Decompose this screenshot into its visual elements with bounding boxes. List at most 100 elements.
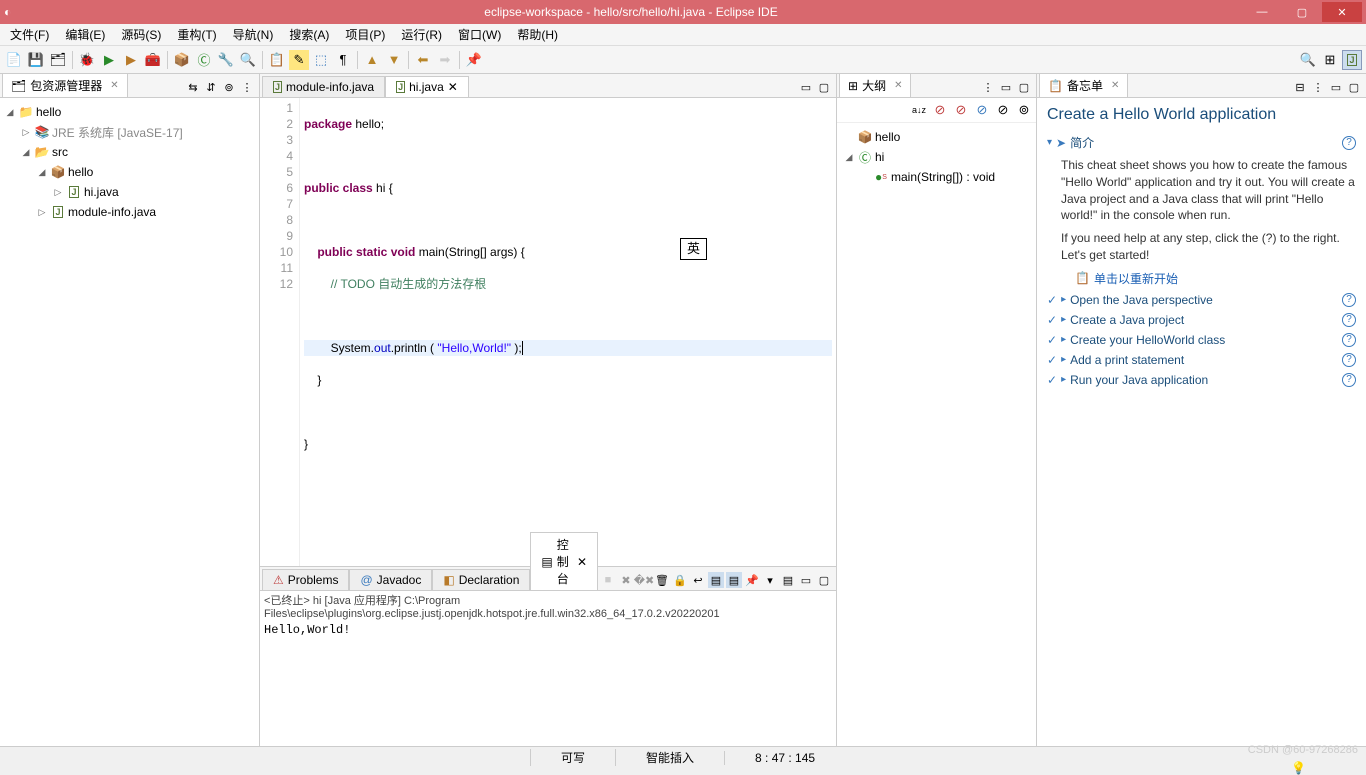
- pin-editor-button[interactable]: 📌: [464, 50, 484, 70]
- run-dropdown[interactable]: ▶: [99, 50, 119, 70]
- close-button[interactable]: ✕: [1322, 2, 1362, 22]
- close-icon[interactable]: ✕: [1111, 80, 1119, 91]
- pin-console-button[interactable]: 📌: [744, 572, 760, 588]
- link-editor-button[interactable]: ⇵: [203, 79, 219, 95]
- new-button[interactable]: 📄: [4, 50, 24, 70]
- outline-package[interactable]: 📦 hello: [837, 127, 1036, 147]
- coverage-button[interactable]: ▶: [121, 50, 141, 70]
- hide-static-button[interactable]: ⊘: [951, 100, 971, 120]
- view-menu-button[interactable]: ⋮: [980, 79, 996, 95]
- menu-window[interactable]: 窗口(W): [452, 24, 507, 45]
- help-icon[interactable]: ?: [1342, 136, 1356, 150]
- tab-problems[interactable]: ⚠Problems: [262, 569, 349, 590]
- java-perspective-button[interactable]: J: [1342, 50, 1362, 70]
- expand-icon[interactable]: ▷: [36, 207, 48, 218]
- outline-tree[interactable]: 📦 hello ◢ Ⓒ hi ●S main(String[]) : void: [837, 123, 1036, 746]
- forward-button[interactable]: ➡: [435, 50, 455, 70]
- minimize-view-button[interactable]: ▭: [798, 79, 814, 95]
- save-button[interactable]: 💾: [26, 50, 46, 70]
- tree-jre[interactable]: ▷ 📚 JRE 系统库 [JavaSE-17]: [0, 122, 259, 142]
- back-button[interactable]: ⬅: [413, 50, 433, 70]
- close-icon[interactable]: ✕: [448, 80, 458, 94]
- expand-icon[interactable]: ▷: [20, 127, 32, 138]
- expand-icon[interactable]: ◢: [36, 167, 48, 178]
- scroll-lock-button[interactable]: 🔒: [672, 572, 688, 588]
- menu-file[interactable]: 文件(F): [4, 24, 55, 45]
- new-class-button[interactable]: Ⓒ: [194, 50, 214, 70]
- annotation-next-button[interactable]: ▼: [384, 50, 404, 70]
- show-stderr-button[interactable]: ▤: [726, 572, 742, 588]
- maximize-view-button[interactable]: ▢: [1016, 79, 1032, 95]
- menu-search[interactable]: 搜索(A): [283, 24, 335, 45]
- maximize-button[interactable]: ▢: [1282, 2, 1322, 22]
- project-tree[interactable]: ◢ 📁 hello ▷ 📚 JRE 系统库 [JavaSE-17] ◢ 📂 sr…: [0, 98, 259, 746]
- code-editor[interactable]: 123456789101112 package hello; public cl…: [260, 98, 836, 566]
- new-package-button[interactable]: 📦: [172, 50, 192, 70]
- menu-edit[interactable]: 编辑(E): [59, 24, 111, 45]
- view-menu-button[interactable]: ⋮: [1310, 79, 1326, 95]
- minimize-view-button[interactable]: ▭: [798, 572, 814, 588]
- remove-all-button[interactable]: �✖: [636, 572, 652, 588]
- menu-source[interactable]: 源码(S): [115, 24, 167, 45]
- menu-project[interactable]: 项目(P): [339, 24, 391, 45]
- console-output[interactable]: Hello,World!: [260, 621, 836, 746]
- help-icon[interactable]: ?: [1342, 313, 1356, 327]
- focus-active-button[interactable]: ⊚: [1014, 100, 1034, 120]
- search-button[interactable]: 🔍: [238, 50, 258, 70]
- hide-local-button[interactable]: ⊘: [993, 100, 1013, 120]
- minimize-view-button[interactable]: ▭: [998, 79, 1014, 95]
- step-create-project[interactable]: ✓▸Create a Java project?: [1047, 313, 1356, 327]
- tab-module-info[interactable]: J module-info.java: [262, 76, 385, 97]
- tree-file-module[interactable]: ▷ J module-info.java: [0, 202, 259, 222]
- outline-method[interactable]: ●S main(String[]) : void: [837, 167, 1036, 187]
- tree-file-hi[interactable]: ▷ J hi.java: [0, 182, 259, 202]
- outline-class[interactable]: ◢ Ⓒ hi: [837, 147, 1036, 167]
- word-wrap-button[interactable]: ↩: [690, 572, 706, 588]
- menu-help[interactable]: 帮助(H): [511, 24, 564, 45]
- open-perspective-button[interactable]: ⊞: [1320, 50, 1340, 70]
- tab-hi-java[interactable]: J hi.java ✕: [385, 76, 469, 97]
- open-type-button[interactable]: 🔧: [216, 50, 236, 70]
- expand-icon[interactable]: ◢: [20, 147, 32, 158]
- clear-console-button[interactable]: 🗑: [654, 572, 670, 588]
- focus-button[interactable]: ⊚: [221, 79, 237, 95]
- hide-fields-button[interactable]: ⊘: [930, 100, 950, 120]
- terminate-button[interactable]: ■: [600, 572, 616, 588]
- code-content[interactable]: package hello; public class hi { public …: [300, 98, 836, 566]
- expand-icon[interactable]: ◢: [843, 152, 855, 163]
- help-icon[interactable]: ?: [1342, 353, 1356, 367]
- toggle-block-button[interactable]: ⬚: [311, 50, 331, 70]
- expand-icon[interactable]: ◢: [4, 107, 16, 118]
- menu-refactor[interactable]: 重构(T): [171, 24, 222, 45]
- sort-button[interactable]: a↓z: [909, 100, 929, 120]
- tree-project[interactable]: ◢ 📁 hello: [0, 102, 259, 122]
- hide-nonpublic-button[interactable]: ⊘: [972, 100, 992, 120]
- tree-src[interactable]: ◢ 📂 src: [0, 142, 259, 162]
- tree-package[interactable]: ◢ 📦 hello: [0, 162, 259, 182]
- minimize-button[interactable]: ―: [1242, 2, 1282, 22]
- tab-declaration[interactable]: ◧Declaration: [432, 569, 530, 590]
- tab-cheatsheet[interactable]: 📋 备忘单 ✕: [1039, 73, 1128, 97]
- show-whitespace-button[interactable]: ¶: [333, 50, 353, 70]
- help-icon[interactable]: ?: [1342, 333, 1356, 347]
- annotation-prev-button[interactable]: ▲: [362, 50, 382, 70]
- close-icon[interactable]: ✕: [894, 80, 902, 91]
- show-console-button[interactable]: ▤: [708, 572, 724, 588]
- step-open-perspective[interactable]: ✓▸Open the Java perspective?: [1047, 293, 1356, 307]
- maximize-view-button[interactable]: ▢: [816, 572, 832, 588]
- minimize-view-button[interactable]: ▭: [1328, 79, 1344, 95]
- maximize-view-button[interactable]: ▢: [1346, 79, 1362, 95]
- remove-launch-button[interactable]: ✖: [618, 572, 634, 588]
- menu-navigate[interactable]: 导航(N): [227, 24, 280, 45]
- menu-run[interactable]: 运行(R): [395, 24, 448, 45]
- view-menu-button[interactable]: ⋮: [239, 79, 255, 95]
- collapse-all-button[interactable]: ⊟: [1292, 79, 1308, 95]
- close-icon[interactable]: ✕: [110, 80, 118, 91]
- help-icon[interactable]: ?: [1342, 373, 1356, 387]
- tab-package-explorer[interactable]: 🗂 包资源管理器 ✕: [2, 73, 128, 97]
- open-console-button[interactable]: ▤: [780, 572, 796, 588]
- quick-access-button[interactable]: 🔍: [1298, 50, 1318, 70]
- help-icon[interactable]: ?: [1342, 293, 1356, 307]
- step-add-print[interactable]: ✓▸Add a print statement?: [1047, 353, 1356, 367]
- external-tools-button[interactable]: 🧰: [143, 50, 163, 70]
